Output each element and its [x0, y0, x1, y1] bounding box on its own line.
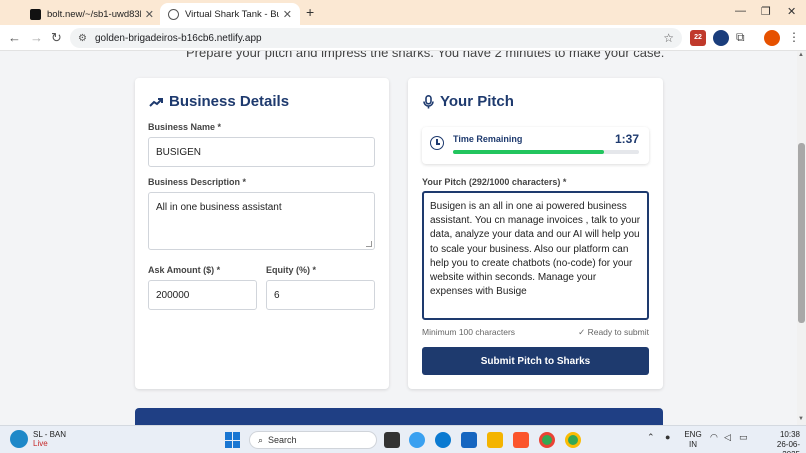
minimize-icon[interactable]: — — [735, 5, 746, 17]
ask-amount-label: Ask Amount ($) * — [148, 265, 221, 275]
equity-input[interactable]: 6 — [266, 280, 375, 310]
lang-line2: IN — [689, 440, 697, 449]
tab-bolt[interactable]: bolt.new/~/sb1-uwd83krk ✕ — [22, 3, 162, 25]
your-pitch-heading: Your Pitch — [423, 93, 514, 110]
extension-badge-icon[interactable]: 22 — [690, 30, 706, 46]
bookmark-star-icon[interactable]: ☆ — [663, 31, 674, 45]
business-description-textarea[interactable]: All in one business assistant — [148, 192, 375, 250]
language-indicator[interactable]: ENG IN — [684, 430, 702, 450]
task-view-icon[interactable] — [384, 432, 400, 448]
search-icon: ⌕ — [258, 434, 264, 445]
browser-toolbar: ← → ↻ ⚙ golden-brigadeiros-b16cb6.netlif… — [0, 25, 806, 51]
close-tab-icon[interactable]: ✕ — [145, 8, 154, 21]
search-placeholder: Search — [268, 435, 297, 445]
tab-title: bolt.new/~/sb1-uwd83krk — [47, 8, 141, 20]
pitch-label: Your Pitch (292/1000 characters) * — [422, 177, 567, 187]
business-name-label: Business Name * — [148, 122, 222, 132]
tab-title: Virtual Shark Tank - Business Pi — [185, 8, 279, 20]
minimum-characters-hint: Minimum 100 characters — [422, 327, 516, 337]
site-info-icon[interactable]: ⚙ — [78, 33, 87, 44]
tab-virtual-shark-tank[interactable]: Virtual Shark Tank - Business Pi ✕ — [160, 3, 300, 25]
copilot-icon[interactable] — [409, 432, 425, 448]
bottom-section-band — [135, 408, 663, 425]
scroll-up-icon[interactable]: ▲ — [798, 52, 804, 58]
business-description-label: Business Description * — [148, 177, 247, 187]
extension-blue-icon[interactable] — [713, 30, 729, 46]
resize-handle[interactable] — [366, 241, 372, 247]
forward-icon[interactable]: → — [30, 30, 43, 45]
clock-date: 26-06-2025 — [776, 440, 800, 453]
heading-text: Business Details — [169, 93, 290, 110]
trending-up-icon — [149, 97, 163, 107]
store-icon[interactable] — [461, 432, 477, 448]
heading-text: Your Pitch — [440, 93, 514, 110]
globe-favicon-icon — [168, 8, 179, 20]
windows-taskbar: SL - BAN Live ⌕ Search ⌃ ● ENG IN ◠ ◁ ▭ … — [0, 425, 806, 453]
lang-line1: ENG — [684, 430, 702, 439]
timer-progress-track — [453, 150, 639, 154]
business-name-input[interactable]: BUSIGEN — [148, 137, 375, 167]
submit-pitch-button[interactable]: Submit Pitch to Sharks — [422, 347, 649, 375]
microphone-tray-icon[interactable]: ● — [665, 432, 670, 442]
description-text: All in one business assistant — [156, 202, 282, 213]
scroll-down-icon[interactable]: ▼ — [798, 416, 804, 422]
close-window-icon[interactable]: ✕ — [787, 5, 796, 18]
clock-time: 10:38 — [779, 430, 800, 439]
weather-line1: SL - BAN — [33, 430, 67, 439]
scrollbar-thumb[interactable] — [798, 143, 805, 323]
chrome-profile-icon[interactable] — [565, 432, 581, 448]
bolt-favicon-icon — [30, 8, 41, 20]
ready-to-submit-hint: ✓ Ready to submit — [578, 327, 649, 337]
time-remaining-value: 1:37 — [614, 132, 639, 146]
clock-icon — [430, 136, 444, 150]
pitch-textarea[interactable]: Busigen is an all in one ai powered busi… — [422, 191, 649, 320]
address-bar[interactable]: ⚙ golden-brigadeiros-b16cb6.netlify.app … — [70, 28, 682, 48]
system-clock[interactable]: 10:38 26-06-2025 — [760, 430, 800, 453]
chrome-icon[interactable] — [539, 432, 555, 448]
menu-dots-icon[interactable]: ⋮ — [788, 30, 804, 46]
weather-line2: Live — [33, 439, 48, 448]
brave-icon[interactable] — [513, 432, 529, 448]
timer-progress-fill — [453, 150, 604, 154]
edge-icon[interactable] — [435, 432, 451, 448]
cricket-live-icon — [10, 430, 28, 448]
windows-start-icon[interactable] — [225, 432, 241, 448]
tray-chevron-icon[interactable]: ⌃ — [647, 432, 655, 443]
time-remaining-label: Time Remaining — [453, 134, 523, 144]
wifi-icon[interactable]: ◠ — [710, 432, 718, 443]
page-content: Prepare your pitch and impress the shark… — [0, 51, 797, 425]
back-icon[interactable]: ← — [8, 30, 21, 45]
weather-widget[interactable]: SL - BAN Live — [10, 430, 66, 448]
maximize-icon[interactable]: ❐ — [761, 5, 771, 18]
browser-tab-bar: bolt.new/~/sb1-uwd83krk ✕ Virtual Shark … — [0, 0, 806, 25]
pitch-text: Busigen is an all in one ai powered busi… — [430, 201, 641, 298]
time-remaining-panel: Time Remaining 1:37 — [422, 127, 649, 164]
equity-label: Equity (%) * — [266, 265, 317, 275]
business-details-card: Business Details Business Name * BUSIGEN… — [135, 78, 389, 389]
reload-icon[interactable]: ↻ — [51, 30, 62, 46]
your-pitch-card: Your Pitch Time Remaining 1:37 Your Pitc… — [408, 78, 663, 389]
new-tab-icon[interactable]: + — [306, 4, 314, 20]
ask-amount-input[interactable]: 200000 — [148, 280, 257, 310]
volume-icon[interactable]: ◁ — [724, 432, 731, 443]
battery-icon[interactable]: ▭ — [739, 432, 748, 443]
profile-avatar[interactable] — [764, 30, 780, 46]
taskbar-search[interactable]: ⌕ Search — [249, 431, 377, 449]
business-details-heading: Business Details — [149, 93, 289, 110]
file-explorer-icon[interactable] — [487, 432, 503, 448]
close-tab-icon[interactable]: ✕ — [283, 8, 292, 21]
microphone-icon — [423, 94, 434, 108]
url-text: golden-brigadeiros-b16cb6.netlify.app — [94, 32, 262, 44]
page-scrollbar[interactable]: ▲ ▼ — [797, 51, 806, 425]
intro-text: Prepare your pitch and impress the shark… — [186, 51, 665, 60]
extensions-puzzle-icon[interactable]: ⧉ — [736, 30, 752, 46]
